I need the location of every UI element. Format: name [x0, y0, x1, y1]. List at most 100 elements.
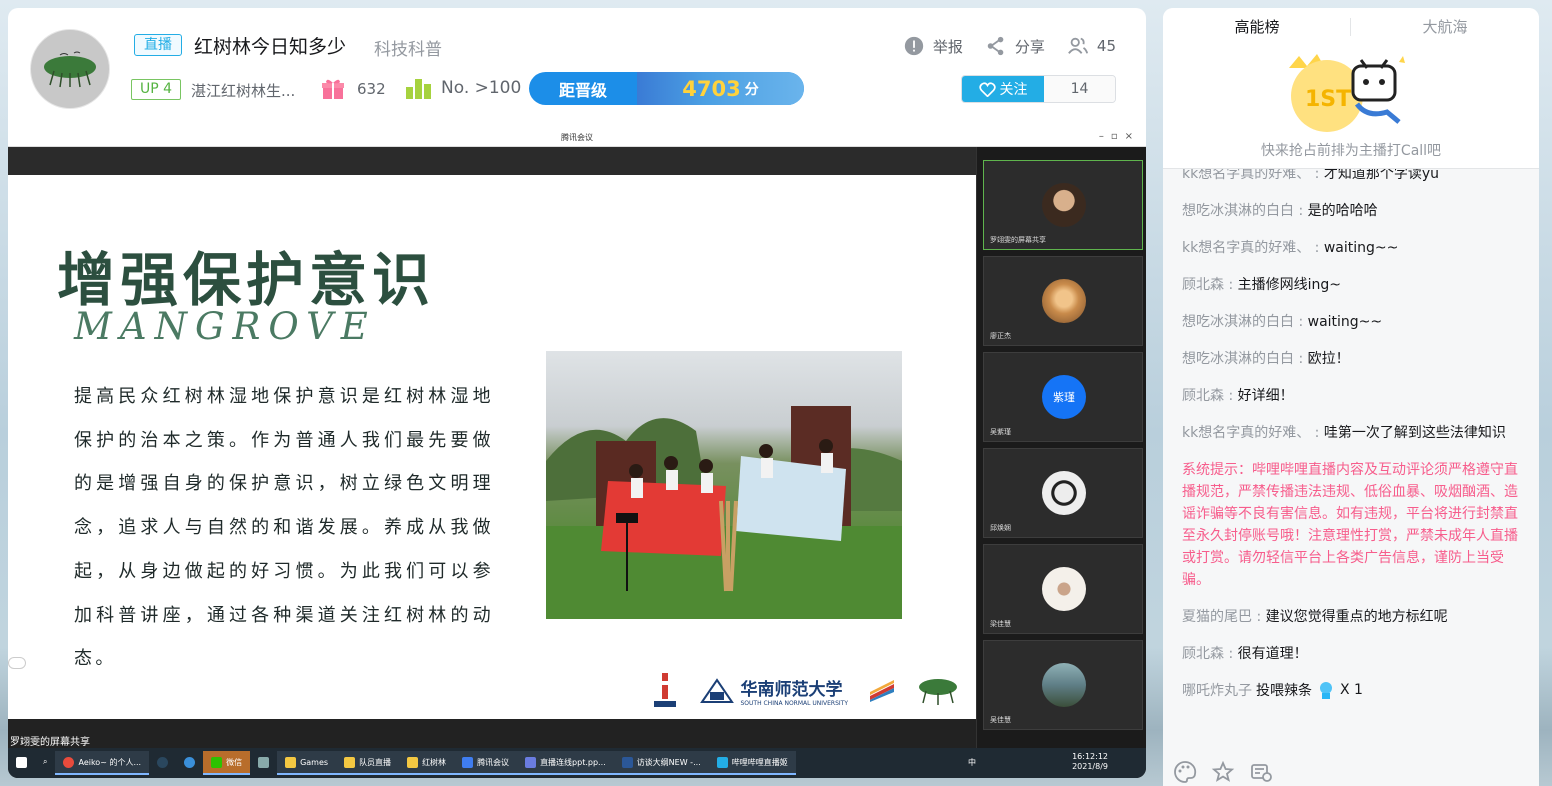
chat-message: 顾北森 : 好详细！	[1182, 388, 1294, 404]
palette-icon[interactable]	[1173, 760, 1197, 784]
screen-share-label: 罗翊雯的屏幕共享	[10, 737, 90, 748]
taskbar-label: 哔哩哔哩直播姬	[731, 757, 788, 767]
chat-text: 建议您觉得重点的地方标红呢	[1265, 609, 1448, 625]
participant-list: 罗翊雯的屏幕共享 廖正杰 紫瑾 吴紫瑾 邱焕娴 梁佳慧 吴佳慧	[976, 147, 1146, 748]
participant-face	[1042, 471, 1086, 515]
chat-user[interactable]: 顾北森	[1182, 388, 1224, 404]
search-button[interactable]: ⌕	[35, 751, 55, 775]
taskbar-browser[interactable]	[176, 751, 203, 775]
participant-name: 邱焕娴	[990, 524, 1011, 532]
clock-date: 2021/8/9	[1072, 762, 1108, 771]
meeting-window-title: 腾讯会议	[561, 133, 593, 142]
taskbar-label: 访谈大纲NEW -...	[636, 757, 701, 767]
chat-user[interactable]: kk想名字真的好难、	[1182, 240, 1310, 256]
beacon-project-logo	[654, 673, 677, 707]
slide-logos: 华南师范大学 SOUTH CHINA NORMAL UNIVERSITY	[650, 669, 960, 713]
taskbar-clock[interactable]: 16:12:12 2021/8/9	[1072, 752, 1108, 772]
chat-user[interactable]: 想吃冰淇淋的白白	[1182, 351, 1294, 367]
tab-high-energy[interactable]: 高能榜	[1163, 8, 1351, 46]
participant-tile[interactable]: 廖正杰	[983, 256, 1143, 346]
chat-text: 欧拉！	[1307, 351, 1350, 367]
share-button[interactable]: 分享	[985, 35, 1045, 57]
room-area-link[interactable]: 科技科普	[374, 35, 442, 60]
taskbar-label: Aeiko~ 的个人...	[78, 757, 142, 767]
gift-count-value: X 1	[1340, 682, 1363, 698]
ime-indicator[interactable]: 中	[968, 757, 976, 768]
social-practice-logo	[870, 680, 894, 702]
taskbar-games[interactable]: Games	[277, 751, 337, 775]
level-label: 距晋级	[558, 80, 607, 100]
chat-text: 好详细！	[1237, 388, 1294, 404]
svg-text:1ST: 1ST	[1305, 87, 1351, 112]
live-video[interactable]: 腾讯会议 –▫× 增强保护意识 MANGROVE 提高民众红树林湿地保护意识是红…	[8, 130, 1146, 778]
taskbar-calculator[interactable]	[250, 751, 277, 775]
gift-stat: 632	[321, 78, 386, 100]
participant-tile[interactable]: 梁佳慧	[983, 544, 1143, 634]
participant-tile[interactable]: 紫瑾 吴紫瑾	[983, 352, 1143, 442]
window-controls: –▫×	[1098, 131, 1140, 142]
follow-button[interactable]: 关注	[962, 76, 1044, 102]
taskbar-word[interactable]: 访谈大纲NEW -...	[613, 751, 709, 775]
danmaku-list: kk想名字真的好难、 : 才知道那个字读yu 想吃冰淇淋的白白 : 是的哈哈哈 …	[1182, 169, 1522, 700]
participant-face	[1042, 567, 1086, 611]
chat-message: 想吃冰淇淋的白白 : 是的哈哈哈	[1182, 203, 1378, 219]
slide-subheading: MANGROVE	[74, 305, 376, 348]
gift-count: 632	[357, 80, 386, 98]
chat-user[interactable]: 顾北森	[1182, 646, 1224, 662]
player-panel: 直播 红树林今日知多少 科技科普 举报 分享 45 UP 4 湛江红树林生...…	[8, 8, 1146, 778]
participant-tile[interactable]: 邱焕娴	[983, 448, 1143, 538]
taskbar-chrome[interactable]: Aeiko~ 的个人...	[55, 751, 150, 775]
live-tag: 直播	[134, 34, 182, 56]
participant-name: 罗翊雯的屏幕共享	[990, 236, 1046, 244]
chat-text: 主播修网线ing~	[1237, 277, 1342, 293]
taskbar-team-live[interactable]: 队员直播	[336, 751, 400, 775]
taskbar-label: Games	[300, 757, 329, 767]
streamer-avatar[interactable]	[30, 29, 110, 109]
taskbar-steam[interactable]	[149, 751, 176, 775]
report-button[interactable]: 举报	[903, 35, 963, 57]
taskbar-ppt[interactable]: 直播连线ppt.pp...	[517, 751, 614, 775]
viewer-count[interactable]: 45	[1067, 35, 1116, 57]
university-name-cn: 华南师范大学	[740, 680, 843, 700]
side-menu-toggle[interactable]	[8, 657, 26, 669]
taskbar-meeting[interactable]: 腾讯会议	[454, 751, 518, 775]
report-label: 举报	[932, 37, 963, 56]
participant-tile[interactable]: 吴佳慧	[983, 640, 1143, 730]
chat-user[interactable]: 想吃冰淇淋的白白	[1182, 203, 1294, 219]
start-button[interactable]	[8, 751, 35, 775]
chat-user[interactable]: kk想名字真的好难、	[1182, 425, 1310, 441]
calculator-icon	[258, 756, 270, 768]
tab-voyage[interactable]: 大航海	[1351, 8, 1539, 46]
chat-panel: 高能榜 大航海 1ST 快来抢占前排为主播打Call吧 kk想名字真的好难、 :…	[1163, 8, 1539, 786]
chat-user[interactable]: 想吃冰淇淋的白白	[1182, 314, 1294, 330]
rank-empty-state: 1ST 快来抢占前排为主播打Call吧	[1163, 46, 1539, 169]
taskbar-wechat[interactable]: 微信	[203, 751, 251, 775]
gift-user[interactable]: 哪吒炸丸子	[1182, 680, 1252, 700]
taskbar-live-studio[interactable]: 哔哩哔哩直播姬	[708, 751, 796, 775]
participant-tile[interactable]: 罗翊雯的屏幕共享	[983, 160, 1143, 250]
participant-face	[1042, 663, 1086, 707]
danmaku-settings-icon[interactable]	[1249, 760, 1273, 784]
up-name-link[interactable]: 湛江红树林生...	[191, 80, 295, 101]
chat-text: 是的哈哈哈	[1307, 203, 1378, 219]
chat-text: 很有道理！	[1237, 646, 1308, 662]
chat-message: 顾北森 : 很有道理！	[1182, 646, 1308, 662]
meeting-window-titlebar: 腾讯会议 –▫×	[8, 130, 1146, 147]
system-notice: 系统提示：哔哩哔哩直播内容及互动评论须严格遵守直播规范，严禁传播违法违规、低俗血…	[1182, 462, 1518, 588]
star-icon[interactable]	[1211, 760, 1235, 784]
room-title: 红树林今日知多少	[194, 36, 347, 58]
university-emblem-icon	[700, 678, 735, 703]
first-place-mascot-icon: 1ST	[1289, 54, 1405, 132]
folder-icon	[285, 756, 297, 768]
taskbar-label: 腾讯会议	[477, 757, 510, 767]
taskbar-mangrove[interactable]: 红树林	[399, 751, 455, 775]
chat-user[interactable]: 顾北森	[1182, 277, 1224, 293]
chat-user[interactable]: 夏猫的尾巴	[1182, 609, 1252, 625]
rank-stat[interactable]: No. >100	[405, 77, 521, 99]
follow-group: 关注 14	[961, 75, 1116, 103]
windows-taskbar: ⌕ Aeiko~ 的个人... 微信 Games 队员直播 红树林 腾讯会议 直…	[8, 748, 1146, 778]
gift-action: 投喂辣条	[1256, 683, 1312, 699]
chat-message: 想吃冰淇淋的白白 : waiting~~	[1182, 314, 1383, 330]
level-points-box: 4703 分	[637, 72, 804, 105]
taskbar-label: 直播连线ppt.pp...	[540, 757, 606, 767]
